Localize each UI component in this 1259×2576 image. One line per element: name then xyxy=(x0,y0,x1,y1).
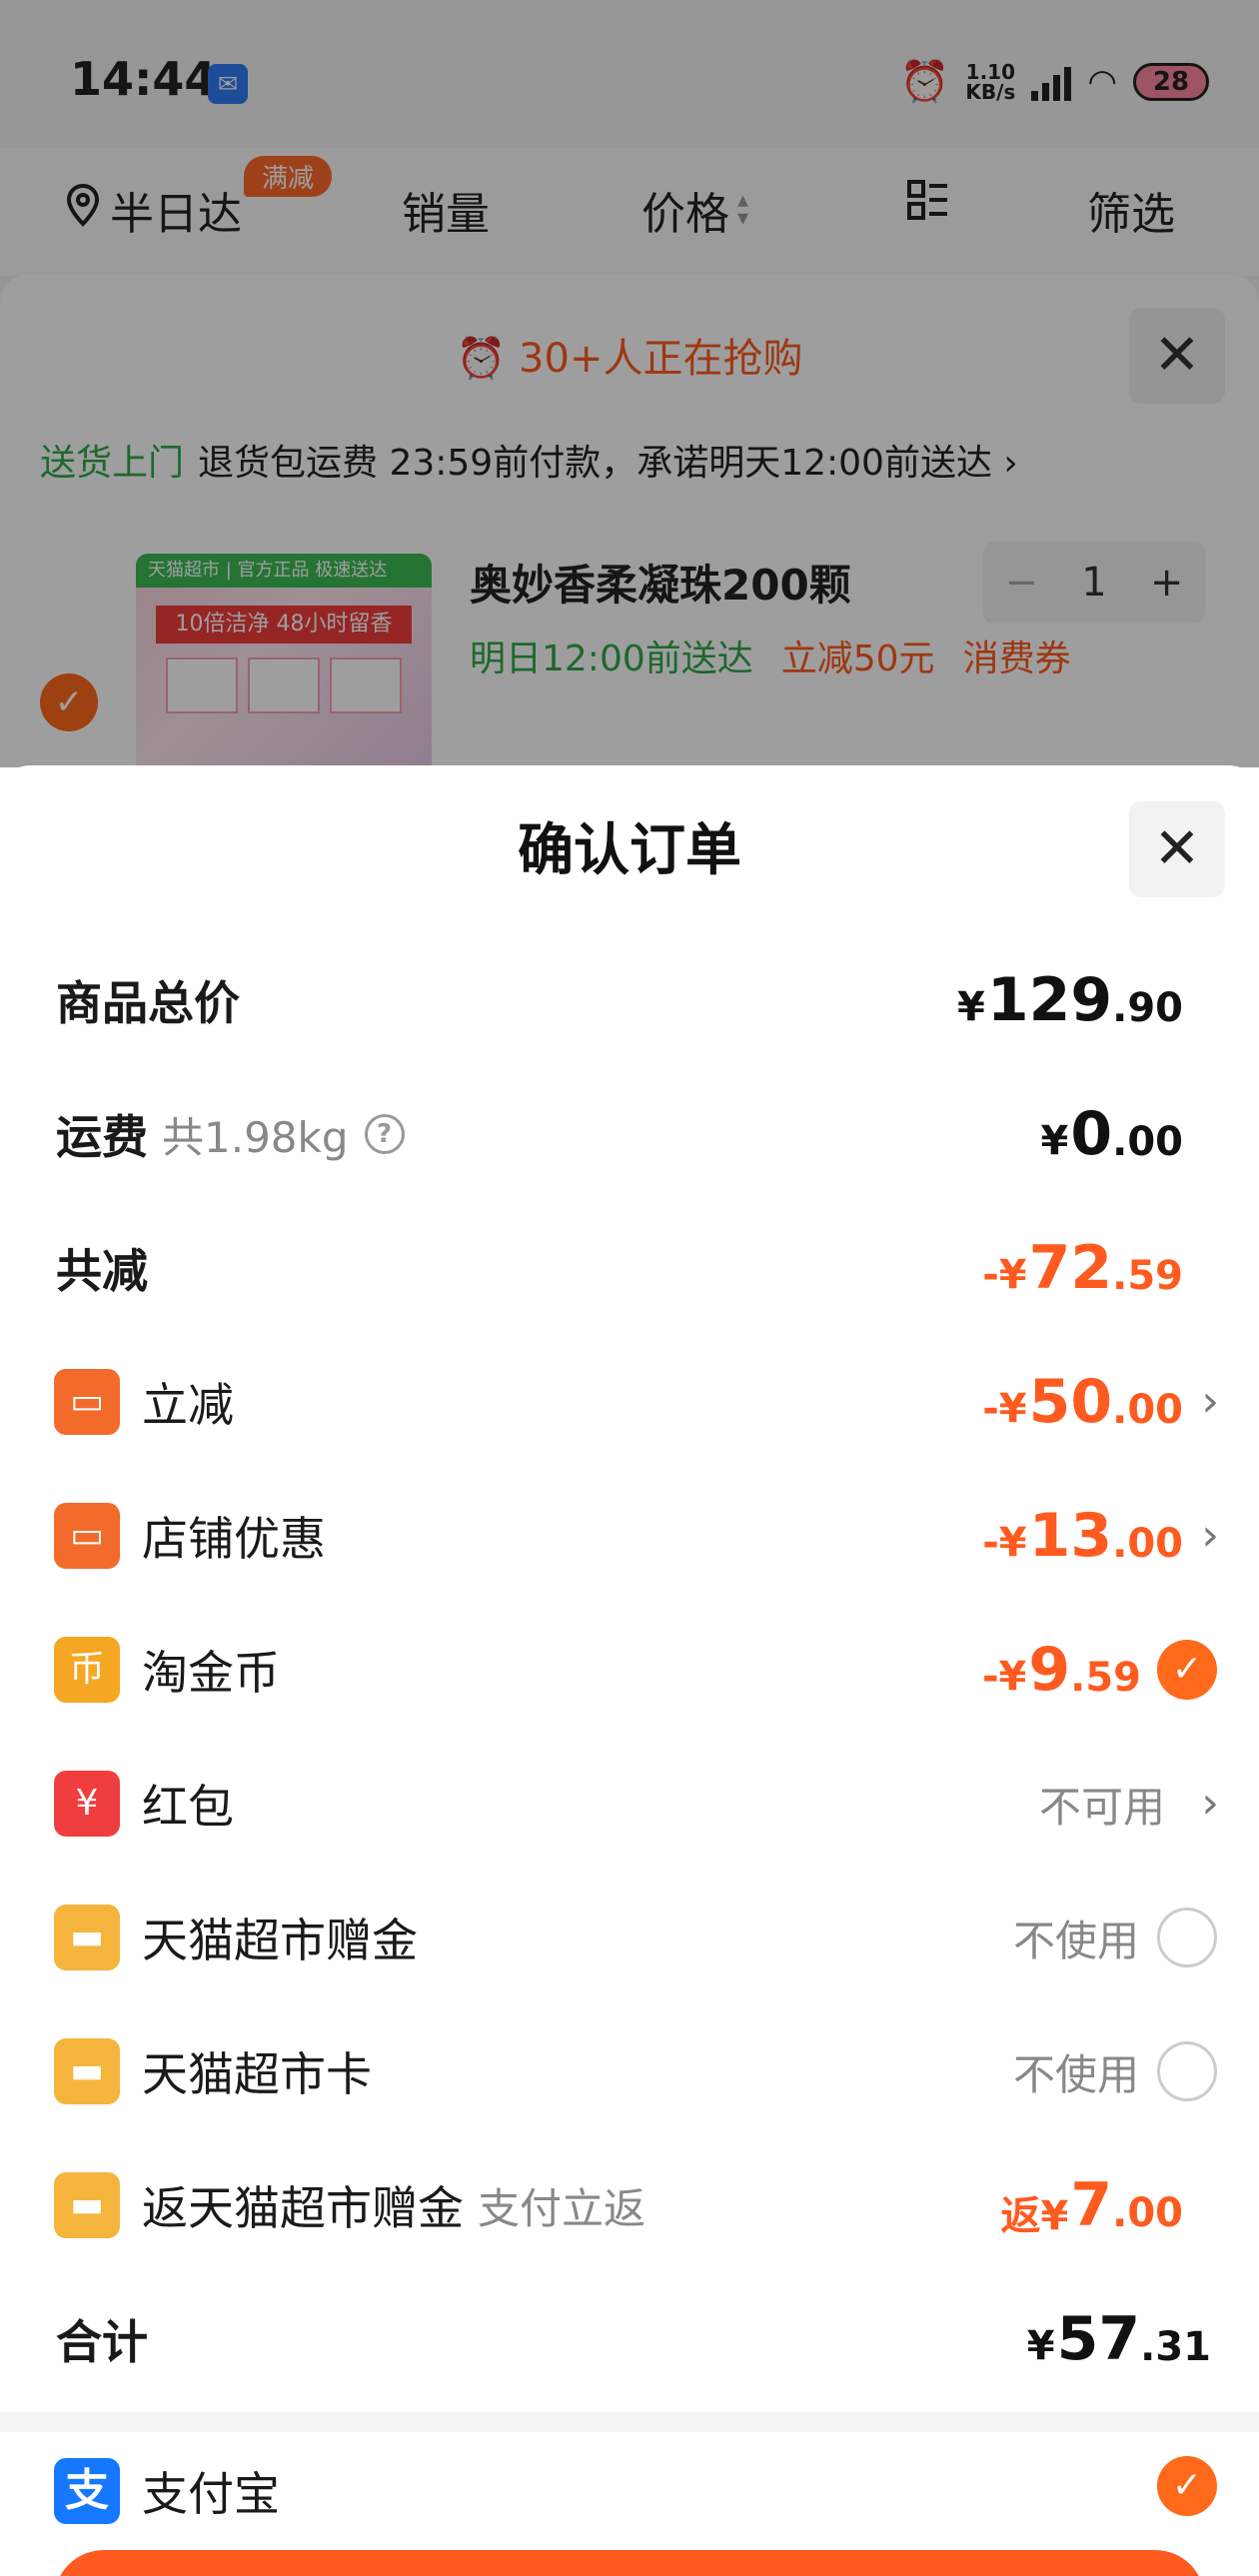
tmall-icon: ▬ xyxy=(54,1905,120,1970)
row-label: 天猫超市卡 xyxy=(142,2047,372,2101)
radio-unchecked-icon[interactable] xyxy=(1157,2041,1217,2101)
amount-int: 57 xyxy=(1056,2304,1141,2374)
row-label-text: 返天猫超市赠金 xyxy=(142,2181,464,2235)
amount-dec: .59 xyxy=(1070,1655,1141,1701)
amount-int: 72 xyxy=(1028,1233,1113,1303)
row-label: 返天猫超市赠金 支付立返 xyxy=(142,2138,645,2272)
red-packet-icon: ¥ xyxy=(54,1771,120,1837)
row-value: -¥ 13.00 xyxy=(982,1469,1183,1603)
amount-dec: .00 xyxy=(1112,2190,1183,2236)
row-instant-discount[interactable]: ▭ 立减 -¥ 50.00 › xyxy=(0,1335,1259,1469)
chevron-right-icon: › xyxy=(1201,1376,1219,1427)
row-total-discount: 共减 -¥ 72.59 xyxy=(0,1201,1259,1335)
row-value: -¥ 50.00 xyxy=(982,1335,1183,1469)
currency: ¥ xyxy=(1026,2323,1055,2369)
amount-dec: .59 xyxy=(1112,1253,1183,1299)
row-status: 不使用 xyxy=(1012,2049,1139,2099)
row-label: 天猫超市赠金 xyxy=(142,1914,418,1967)
row-value: ¥0.00 xyxy=(1041,1067,1183,1201)
row-value: ¥129.90 xyxy=(957,933,1183,1067)
row-cashback: ▬ 返天猫超市赠金 支付立返 返¥ 7.00 xyxy=(0,2138,1259,2272)
row-label: 商品总价 xyxy=(56,976,240,1030)
chevron-right-icon: › xyxy=(1201,1510,1219,1561)
amount-int: 50 xyxy=(1028,1367,1113,1437)
row-goods-total: 商品总价 ¥129.90 xyxy=(0,933,1259,1067)
currency: ¥ xyxy=(957,984,985,1030)
coupon-icon: ▭ xyxy=(54,1369,120,1435)
help-icon[interactable]: ? xyxy=(364,1114,405,1154)
amount-dec: .31 xyxy=(1140,2324,1211,2370)
close-icon[interactable]: ✕ xyxy=(1129,801,1225,897)
row-value: 返¥ 7.00 xyxy=(1001,2138,1183,2272)
divider xyxy=(0,2412,1259,2432)
row-label: 店铺优惠 xyxy=(142,1512,326,1566)
currency: ¥ xyxy=(1040,1118,1069,1164)
row-label: 红包 xyxy=(142,1780,234,1834)
row-value: ¥57.31 xyxy=(1027,2272,1211,2406)
coin-icon: 币 xyxy=(54,1637,120,1703)
amount-dec: .00 xyxy=(1112,1387,1183,1433)
row-status: 不可用 xyxy=(1038,1782,1165,1832)
amount-dec: .00 xyxy=(1112,1119,1183,1165)
row-tmall-bonus[interactable]: ▬ 天猫超市赠金 不使用 xyxy=(0,1871,1259,2004)
row-tmall-card[interactable]: ▬ 天猫超市卡 不使用 xyxy=(0,2004,1259,2138)
amount-dec: .00 xyxy=(1112,1521,1183,1567)
amount-dec: .90 xyxy=(1112,985,1183,1031)
currency: -¥ xyxy=(982,1386,1027,1432)
tmall-icon: ▬ xyxy=(54,2172,120,2238)
row-grand-total: 合计 ¥57.31 xyxy=(0,2272,1259,2406)
tmall-icon: ▬ xyxy=(54,2038,120,2104)
row-label: 立减 xyxy=(142,1378,234,1432)
amount-int: 0 xyxy=(1070,1099,1113,1169)
row-value: -¥ 72.59 xyxy=(982,1201,1183,1335)
confirm-order-sheet: 确认订单 ✕ 商品总价 ¥129.90 运费 共1.98kg ? ¥0.00 共… xyxy=(0,765,1259,2576)
currency: -¥ xyxy=(982,1520,1027,1566)
row-label: 淘金币 xyxy=(142,1646,280,1700)
row-sub: 共1.98kg xyxy=(162,1112,349,1162)
row-shipping: 运费 共1.98kg ? ¥0.00 xyxy=(0,1067,1259,1201)
checkbox-checked-icon[interactable]: ✓ xyxy=(1157,2456,1217,2516)
row-taobao-coins[interactable]: 币 淘金币 -¥ 9.59 ✓ xyxy=(0,1603,1259,1737)
checkbox-checked-icon[interactable]: ✓ xyxy=(1157,1640,1217,1700)
currency: -¥ xyxy=(982,1252,1027,1298)
row-sub: 支付立返 xyxy=(478,2183,646,2233)
row-label: 共减 xyxy=(56,1244,148,1298)
row-status: 不使用 xyxy=(1012,1916,1139,1965)
shop-coupon-icon: ▭ xyxy=(54,1503,120,1569)
row-label-text: 运费 xyxy=(56,1110,148,1164)
amount-int: 129 xyxy=(986,965,1113,1035)
amount-int: 7 xyxy=(1070,2170,1113,2240)
dim-overlay xyxy=(0,0,1259,148)
chevron-right-icon: › xyxy=(1201,1778,1219,1829)
row-label: 运费 共1.98kg ? xyxy=(56,1067,405,1201)
radio-unchecked-icon[interactable] xyxy=(1157,1908,1217,1967)
row-red-packet[interactable]: ¥ 红包 不可用 › xyxy=(0,1737,1259,1871)
amount-int: 13 xyxy=(1028,1501,1113,1571)
currency: -¥ xyxy=(981,1654,1027,1700)
amount-int: 9 xyxy=(1028,1635,1071,1705)
alipay-icon: 支 xyxy=(54,2458,120,2524)
payment-name: 支付宝 xyxy=(142,2467,280,2521)
row-shop-discount[interactable]: ▭ 店铺优惠 -¥ 13.00 › xyxy=(0,1469,1259,1603)
sheet-title: 确认订单 xyxy=(518,818,741,883)
pay-button[interactable] xyxy=(54,2550,1205,2576)
row-label: 合计 xyxy=(56,2315,148,2369)
dim-overlay[interactable] xyxy=(0,148,1259,767)
row-value: -¥ 9.59 xyxy=(982,1603,1141,1737)
currency: 返¥ xyxy=(1000,2193,1069,2239)
